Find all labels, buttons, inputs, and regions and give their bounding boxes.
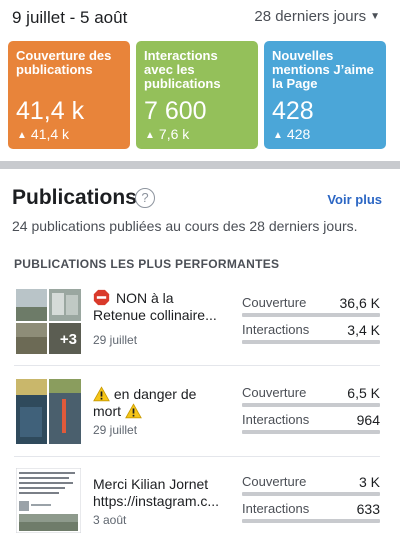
post-text: en danger de mort bbox=[93, 386, 233, 420]
post-thumbnail[interactable] bbox=[16, 468, 81, 533]
metric-value: 6,5 K bbox=[347, 385, 380, 401]
post-text-line1: Merci Kilian Jornet bbox=[93, 476, 209, 492]
metric-value: 3 K bbox=[358, 474, 380, 490]
metric-value: 633 bbox=[356, 501, 380, 517]
warning-icon bbox=[125, 403, 142, 419]
post-thumbnail-image bbox=[16, 468, 81, 533]
metric-bar bbox=[242, 313, 380, 317]
more-images-count: +3 bbox=[59, 331, 77, 348]
metric-bar bbox=[242, 492, 380, 496]
post-date: 29 juillet bbox=[93, 423, 138, 437]
metric-bar bbox=[242, 430, 380, 434]
caret-down-icon: ▼ bbox=[370, 11, 380, 22]
metric-label: Couverture bbox=[242, 385, 307, 400]
metric-label: Interactions bbox=[242, 412, 310, 427]
post-date: 3 août bbox=[93, 513, 127, 527]
question-circle-icon[interactable]: ? bbox=[135, 188, 155, 208]
arrow-up-icon: ▲ bbox=[17, 130, 27, 141]
card-delta: ▲ 428 bbox=[273, 126, 310, 144]
metric-bar bbox=[242, 519, 380, 523]
metric-reach: Couverture 3 K bbox=[242, 474, 380, 502]
card-label: Interactions avec les publications bbox=[144, 48, 221, 91]
card-value: 41,4 k bbox=[16, 97, 85, 125]
card-delta: ▲ 7,6 k bbox=[145, 126, 189, 144]
card-new-page-likes[interactable]: Nouvelles mentions J’aime la Page 428 ▲ 4… bbox=[264, 41, 386, 149]
metric-label: Interactions bbox=[242, 322, 310, 337]
metric-value: 36,6 K bbox=[339, 295, 380, 311]
post-text-line1: en danger de bbox=[113, 386, 197, 402]
publications-subtitle: 24 publications publiées au cours des 28… bbox=[12, 218, 358, 234]
row-separator bbox=[14, 456, 380, 457]
date-range: 9 juillet - 5 août bbox=[12, 8, 128, 27]
card-delta: ▲ 41,4 k bbox=[17, 126, 69, 144]
arrow-up-icon: ▲ bbox=[145, 130, 155, 141]
card-label: Nouvelles mentions J’aime la Page bbox=[272, 48, 374, 91]
card-delta-value: 428 bbox=[286, 126, 311, 142]
publications-title: Publications bbox=[12, 186, 137, 209]
card-delta-value: 41,4 k bbox=[30, 126, 70, 142]
top-posts-label: PUBLICATIONS LES PLUS PERFORMANTES bbox=[14, 257, 280, 271]
metric-label: Couverture bbox=[242, 295, 307, 310]
post-text: NON à la Retenue collinaire... bbox=[93, 289, 233, 324]
arrow-up-icon: ▲ bbox=[273, 130, 283, 141]
metric-engagement: Interactions 3,4 K bbox=[242, 322, 380, 350]
post-thumbnail[interactable]: +3 bbox=[16, 289, 81, 354]
post-text: Merci Kilian Jornet https://instagram.c.… bbox=[93, 476, 233, 510]
post-thumbnail[interactable] bbox=[16, 379, 81, 444]
card-post-engagement[interactable]: Interactions avec les publications 7 600… bbox=[136, 41, 258, 149]
metric-engagement: Interactions 964 bbox=[242, 412, 380, 440]
row-separator bbox=[14, 365, 380, 366]
post-thumbnail-image bbox=[16, 379, 81, 444]
period-select-label: 28 derniers jours bbox=[254, 8, 367, 25]
metric-engagement: Interactions 633 bbox=[242, 501, 380, 529]
metric-value: 3,4 K bbox=[347, 322, 380, 338]
post-text-line2: https://instagram.c... bbox=[93, 493, 220, 509]
metric-value: 964 bbox=[356, 412, 380, 428]
card-value: 428 bbox=[272, 97, 314, 125]
metric-bar bbox=[242, 340, 380, 344]
see-more-link[interactable]: Voir plus bbox=[327, 192, 382, 207]
card-label: Couverture des publications bbox=[16, 48, 112, 77]
post-text-line2: mort bbox=[93, 403, 121, 419]
section-divider bbox=[0, 161, 400, 169]
post-text-line1: NON à la bbox=[116, 290, 174, 306]
metric-label: Couverture bbox=[242, 474, 307, 489]
metric-bar bbox=[242, 403, 380, 407]
post-row[interactable]: Merci Kilian Jornet https://instagram.c.… bbox=[0, 468, 400, 547]
metric-reach: Couverture 6,5 K bbox=[242, 385, 380, 413]
insights-header: 9 juillet - 5 août 28 derniers jours ▼ bbox=[0, 0, 400, 36]
metric-reach: Couverture 36,6 K bbox=[242, 295, 380, 323]
warning-icon bbox=[93, 386, 110, 402]
card-delta-value: 7,6 k bbox=[158, 126, 190, 142]
period-select[interactable]: 28 derniers jours ▼ bbox=[254, 8, 380, 25]
card-value: 7 600 bbox=[144, 97, 207, 125]
stop-sign-icon bbox=[93, 289, 110, 306]
metric-label: Interactions bbox=[242, 501, 310, 516]
summary-cards: Couverture des publications 41,4 k ▲ 41,4… bbox=[8, 41, 388, 149]
card-post-reach[interactable]: Couverture des publications 41,4 k ▲ 41,4… bbox=[8, 41, 130, 149]
post-date: 29 juillet bbox=[93, 333, 138, 347]
post-text-line2: Retenue collinaire... bbox=[93, 307, 217, 323]
